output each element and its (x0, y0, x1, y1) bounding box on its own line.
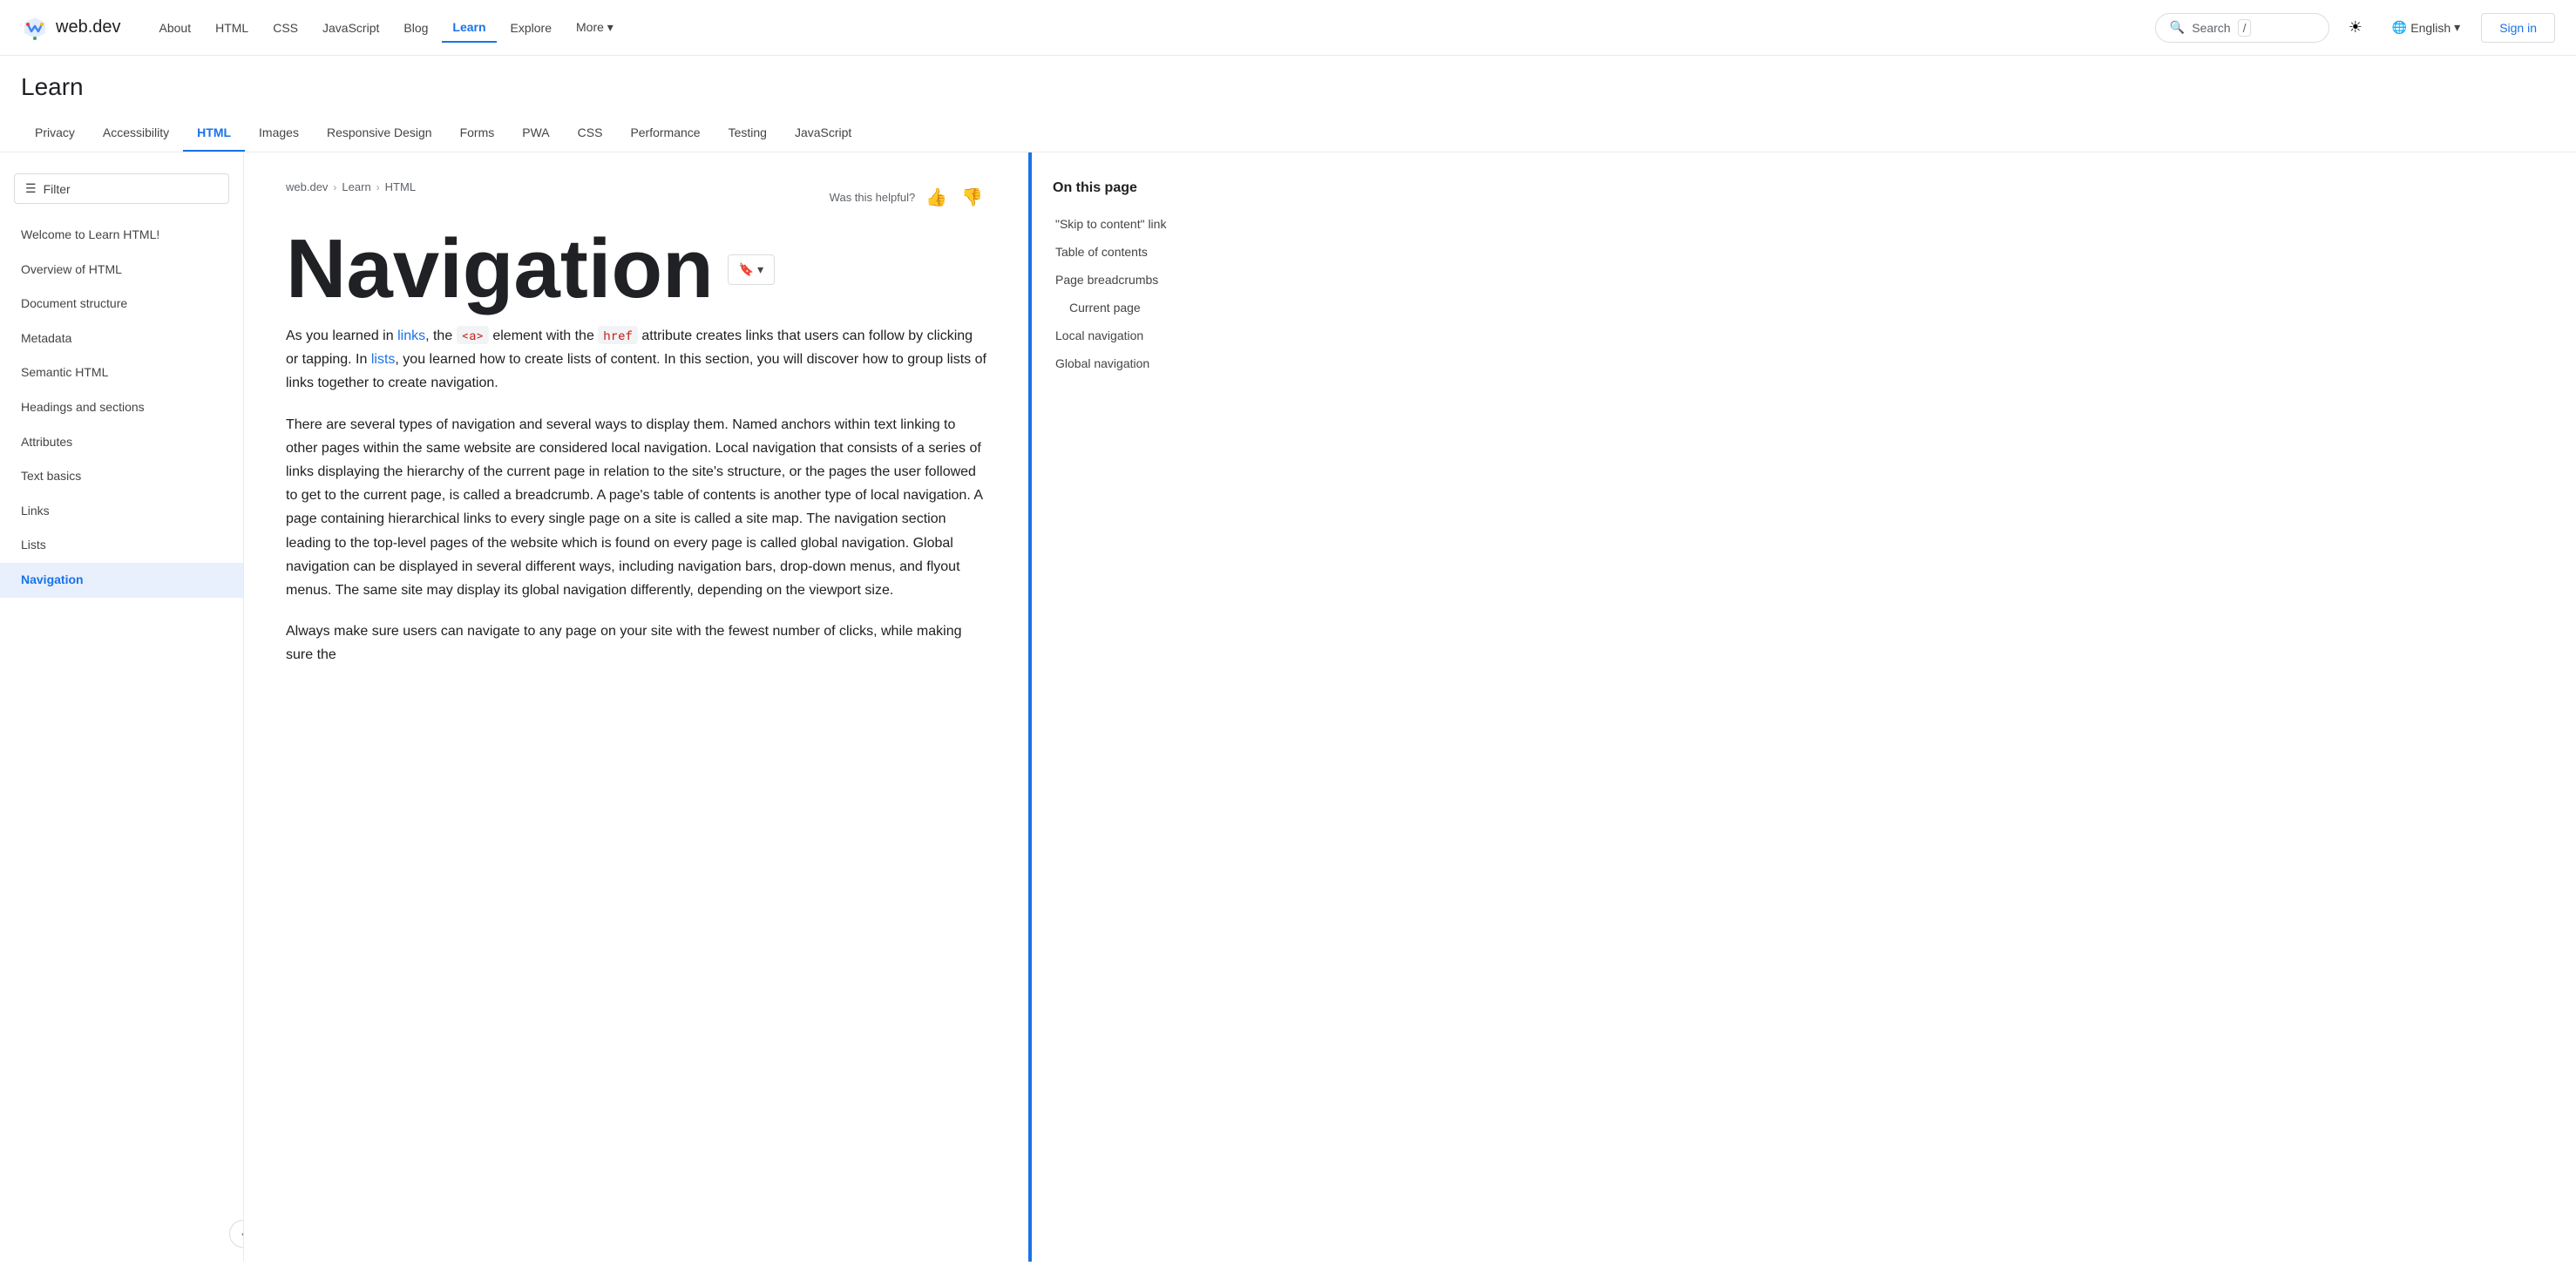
bookmark-icon: 🔖 (739, 262, 754, 277)
globe-icon: 🌐 (2392, 20, 2407, 35)
webdev-logo-icon (21, 14, 49, 42)
tab-responsive-design[interactable]: Responsive Design (313, 115, 446, 152)
nav-about[interactable]: About (149, 14, 202, 42)
tab-pwa[interactable]: PWA (508, 115, 563, 152)
content-header: web.dev › Learn › HTML Was this helpful?… (286, 180, 986, 214)
nav-blog[interactable]: Blog (393, 14, 438, 42)
learn-title: Learn (21, 73, 2555, 101)
tab-javascript[interactable]: JavaScript (781, 115, 865, 152)
tab-images[interactable]: Images (245, 115, 313, 152)
breadcrumb-html[interactable]: HTML (385, 180, 416, 193)
toc-list: "Skip to content" link Table of contents… (1053, 210, 1234, 377)
paragraph-3: Always make sure users can navigate to a… (286, 619, 986, 667)
search-bar[interactable]: 🔍 Search / (2155, 13, 2329, 43)
right-panel: On this page "Skip to content" link Tabl… (1028, 152, 1255, 1262)
link-lists[interactable]: lists (371, 352, 396, 367)
sidebar-item-navigation[interactable]: Navigation (0, 563, 243, 598)
on-this-page-title: On this page (1053, 180, 1234, 196)
search-label: Search (2192, 21, 2230, 35)
main-layout: ☰ Filter Welcome to Learn HTML! Overview… (0, 152, 2576, 1262)
toc-global-navigation[interactable]: Global navigation (1046, 349, 1234, 377)
link-links[interactable]: links (397, 328, 425, 343)
tab-testing[interactable]: Testing (715, 115, 781, 152)
filter-area: ☰ Filter (0, 166, 243, 218)
code-a-tag: <a> (457, 326, 489, 344)
breadcrumb-learn[interactable]: Learn (342, 180, 370, 193)
toc-local-navigation[interactable]: Local navigation (1046, 322, 1234, 349)
sidebar-item-overview[interactable]: Overview of HTML (0, 253, 243, 288)
helpful-area: Was this helpful? 👍 👎 (830, 183, 986, 212)
language-button[interactable]: 🌐 English ▾ (2382, 15, 2471, 40)
content-area: web.dev › Learn › HTML Was this helpful?… (244, 152, 1028, 1262)
sidebar-item-attributes[interactable]: Attributes (0, 425, 243, 460)
nav-more[interactable]: More ▾ (566, 13, 624, 42)
paragraph-2: There are several types of navigation an… (286, 413, 986, 603)
nav-css[interactable]: CSS (262, 14, 308, 42)
page-title-area: Navigation 🔖 ▾ (286, 221, 986, 317)
sidebar-item-lists[interactable]: Lists (0, 528, 243, 563)
language-label: English (2410, 21, 2451, 35)
toc-table-of-contents[interactable]: Table of contents (1046, 238, 1234, 266)
sidebar-item-semantic[interactable]: Semantic HTML (0, 355, 243, 390)
toc-page-breadcrumbs[interactable]: Page breadcrumbs (1046, 266, 1234, 294)
tab-html[interactable]: HTML (183, 115, 245, 152)
sidebar-item-links[interactable]: Links (0, 494, 243, 529)
chevron-down-icon: ▾ (2454, 20, 2460, 35)
nav-links: About HTML CSS JavaScript Blog Learn Exp… (149, 13, 2155, 43)
search-icon: 🔍 (2170, 20, 2185, 35)
sidebar-nav: Welcome to Learn HTML! Overview of HTML … (0, 218, 243, 598)
page-title: Navigation (286, 221, 714, 317)
nav-learn[interactable]: Learn (442, 13, 496, 43)
logo-text: web.dev (56, 17, 121, 37)
sidebar-item-metadata[interactable]: Metadata (0, 322, 243, 356)
search-shortcut: / (2238, 19, 2252, 37)
filter-button[interactable]: ☰ Filter (14, 173, 229, 204)
toc-current-page[interactable]: Current page (1046, 294, 1234, 322)
sidebar-collapse-button[interactable]: ‹ (229, 1220, 244, 1248)
bookmark-chevron: ▾ (757, 262, 763, 277)
bookmark-button[interactable]: 🔖 ▾ (728, 254, 775, 285)
breadcrumb: web.dev › Learn › HTML (286, 180, 416, 193)
helpful-thumbs-down-button[interactable]: 👎 (958, 183, 986, 212)
nav-html[interactable]: HTML (205, 14, 259, 42)
top-navigation: web.dev About HTML CSS JavaScript Blog L… (0, 0, 2576, 56)
helpful-thumbs-up-button[interactable]: 👍 (922, 183, 951, 212)
breadcrumb-sep-1: › (333, 181, 336, 193)
nav-explore[interactable]: Explore (500, 14, 562, 42)
tab-performance[interactable]: Performance (616, 115, 714, 152)
toc-skip-to-content[interactable]: "Skip to content" link (1046, 210, 1234, 238)
content-body: As you learned in links, the <a> element… (286, 324, 986, 667)
sidebar-item-text[interactable]: Text basics (0, 459, 243, 494)
sidebar-item-headings[interactable]: Headings and sections (0, 390, 243, 425)
breadcrumb-webdev[interactable]: web.dev (286, 180, 328, 193)
tab-forms[interactable]: Forms (446, 115, 509, 152)
tab-css[interactable]: CSS (564, 115, 617, 152)
theme-toggle-button[interactable]: ☀ (2340, 12, 2371, 44)
category-tabs: Privacy Accessibility HTML Images Respon… (0, 115, 2576, 152)
helpful-label: Was this helpful? (830, 191, 916, 204)
tab-privacy[interactable]: Privacy (21, 115, 89, 152)
sidebar-item-document[interactable]: Document structure (0, 287, 243, 322)
nav-javascript[interactable]: JavaScript (312, 14, 390, 42)
learn-header: Learn (0, 56, 2576, 101)
sidebar-item-welcome[interactable]: Welcome to Learn HTML! (0, 218, 243, 253)
sign-in-button[interactable]: Sign in (2481, 13, 2555, 43)
sidebar: ☰ Filter Welcome to Learn HTML! Overview… (0, 152, 244, 1262)
logo[interactable]: web.dev (21, 14, 121, 42)
nav-right: 🔍 Search / ☀ 🌐 English ▾ Sign in (2155, 12, 2555, 44)
breadcrumb-sep-2: › (376, 181, 380, 193)
code-href: href (598, 326, 638, 344)
tab-accessibility[interactable]: Accessibility (89, 115, 183, 152)
paragraph-1: As you learned in links, the <a> element… (286, 324, 986, 396)
chevron-left-icon: ‹ (241, 1228, 244, 1240)
filter-label: Filter (44, 182, 71, 196)
filter-icon: ☰ (25, 181, 37, 196)
